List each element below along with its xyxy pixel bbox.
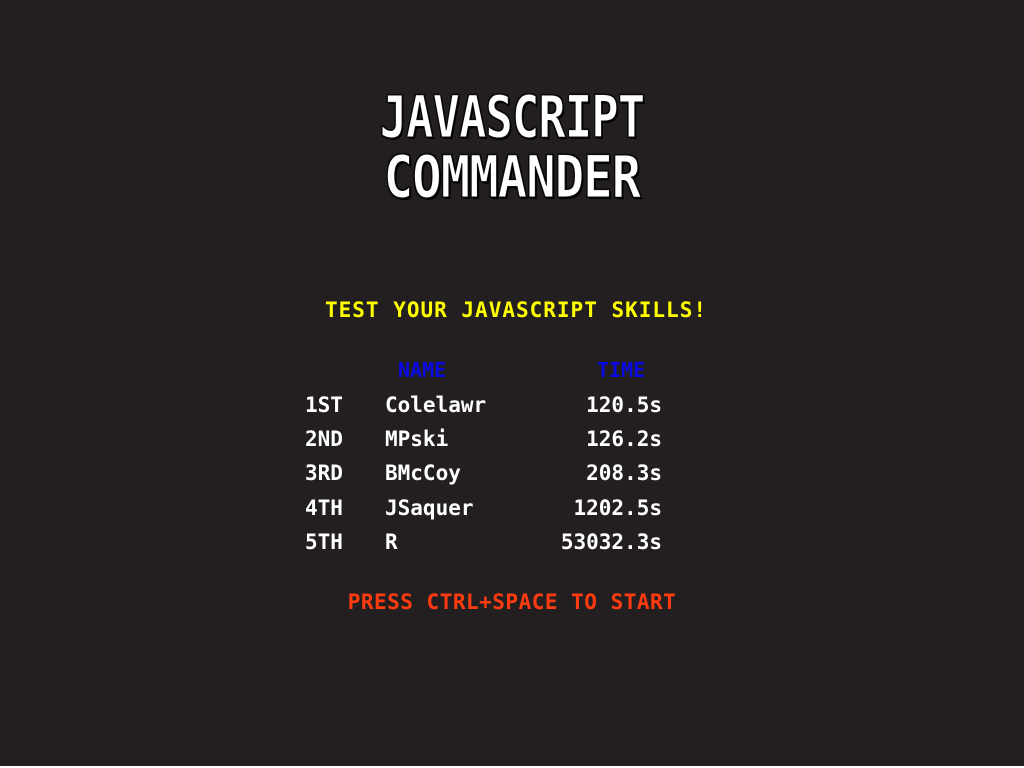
leaderboard-row: 5TH R 53032.3s [0,527,1024,557]
leaderboard-rank: 1ST [305,393,343,417]
game-logo-line2: COMMANDER [383,143,641,211]
leaderboard-row: 2ND MPski 126.2s [0,424,1024,454]
leaderboard-rank: 3RD [305,461,343,485]
leaderboard-time: 126.2s [586,427,662,451]
game-screen[interactable]: JAVASCRIPT COMMANDER TEST YOUR JAVASCRIP… [0,0,1024,766]
leaderboard-rank: 4TH [305,496,343,520]
leaderboard-row: 4TH JSaquer 1202.5s [0,493,1024,523]
leaderboard-header-name: NAME [398,358,447,382]
leaderboard-player-name: R [385,530,398,554]
leaderboard-rank: 5TH [305,530,343,554]
leaderboard-player-name: BMcCoy [385,461,461,485]
leaderboard-time: 53032.3s [560,530,662,554]
leaderboard-time: 1202.5s [573,496,662,520]
leaderboard-time: 208.3s [586,461,662,485]
leaderboard-row: 3RD BMcCoy 208.3s [0,458,1024,488]
game-logo-line1: JAVASCRIPT [379,83,645,151]
leaderboard-player-name: MPski [385,427,449,451]
leaderboard-header-time: TIME [597,358,646,382]
leaderboard-row: 1ST Colelawr 120.5s [0,390,1024,420]
tagline: TEST YOUR JAVASCRIPT SKILLS! [324,298,707,322]
leaderboard-time: 120.5s [586,393,662,417]
start-prompt: PRESS CTRL+SPACE TO START [347,590,677,614]
leaderboard-rank: 2ND [305,427,343,451]
leaderboard-player-name: JSaquer [385,496,474,520]
leaderboard-player-name: Colelawr [385,393,487,417]
